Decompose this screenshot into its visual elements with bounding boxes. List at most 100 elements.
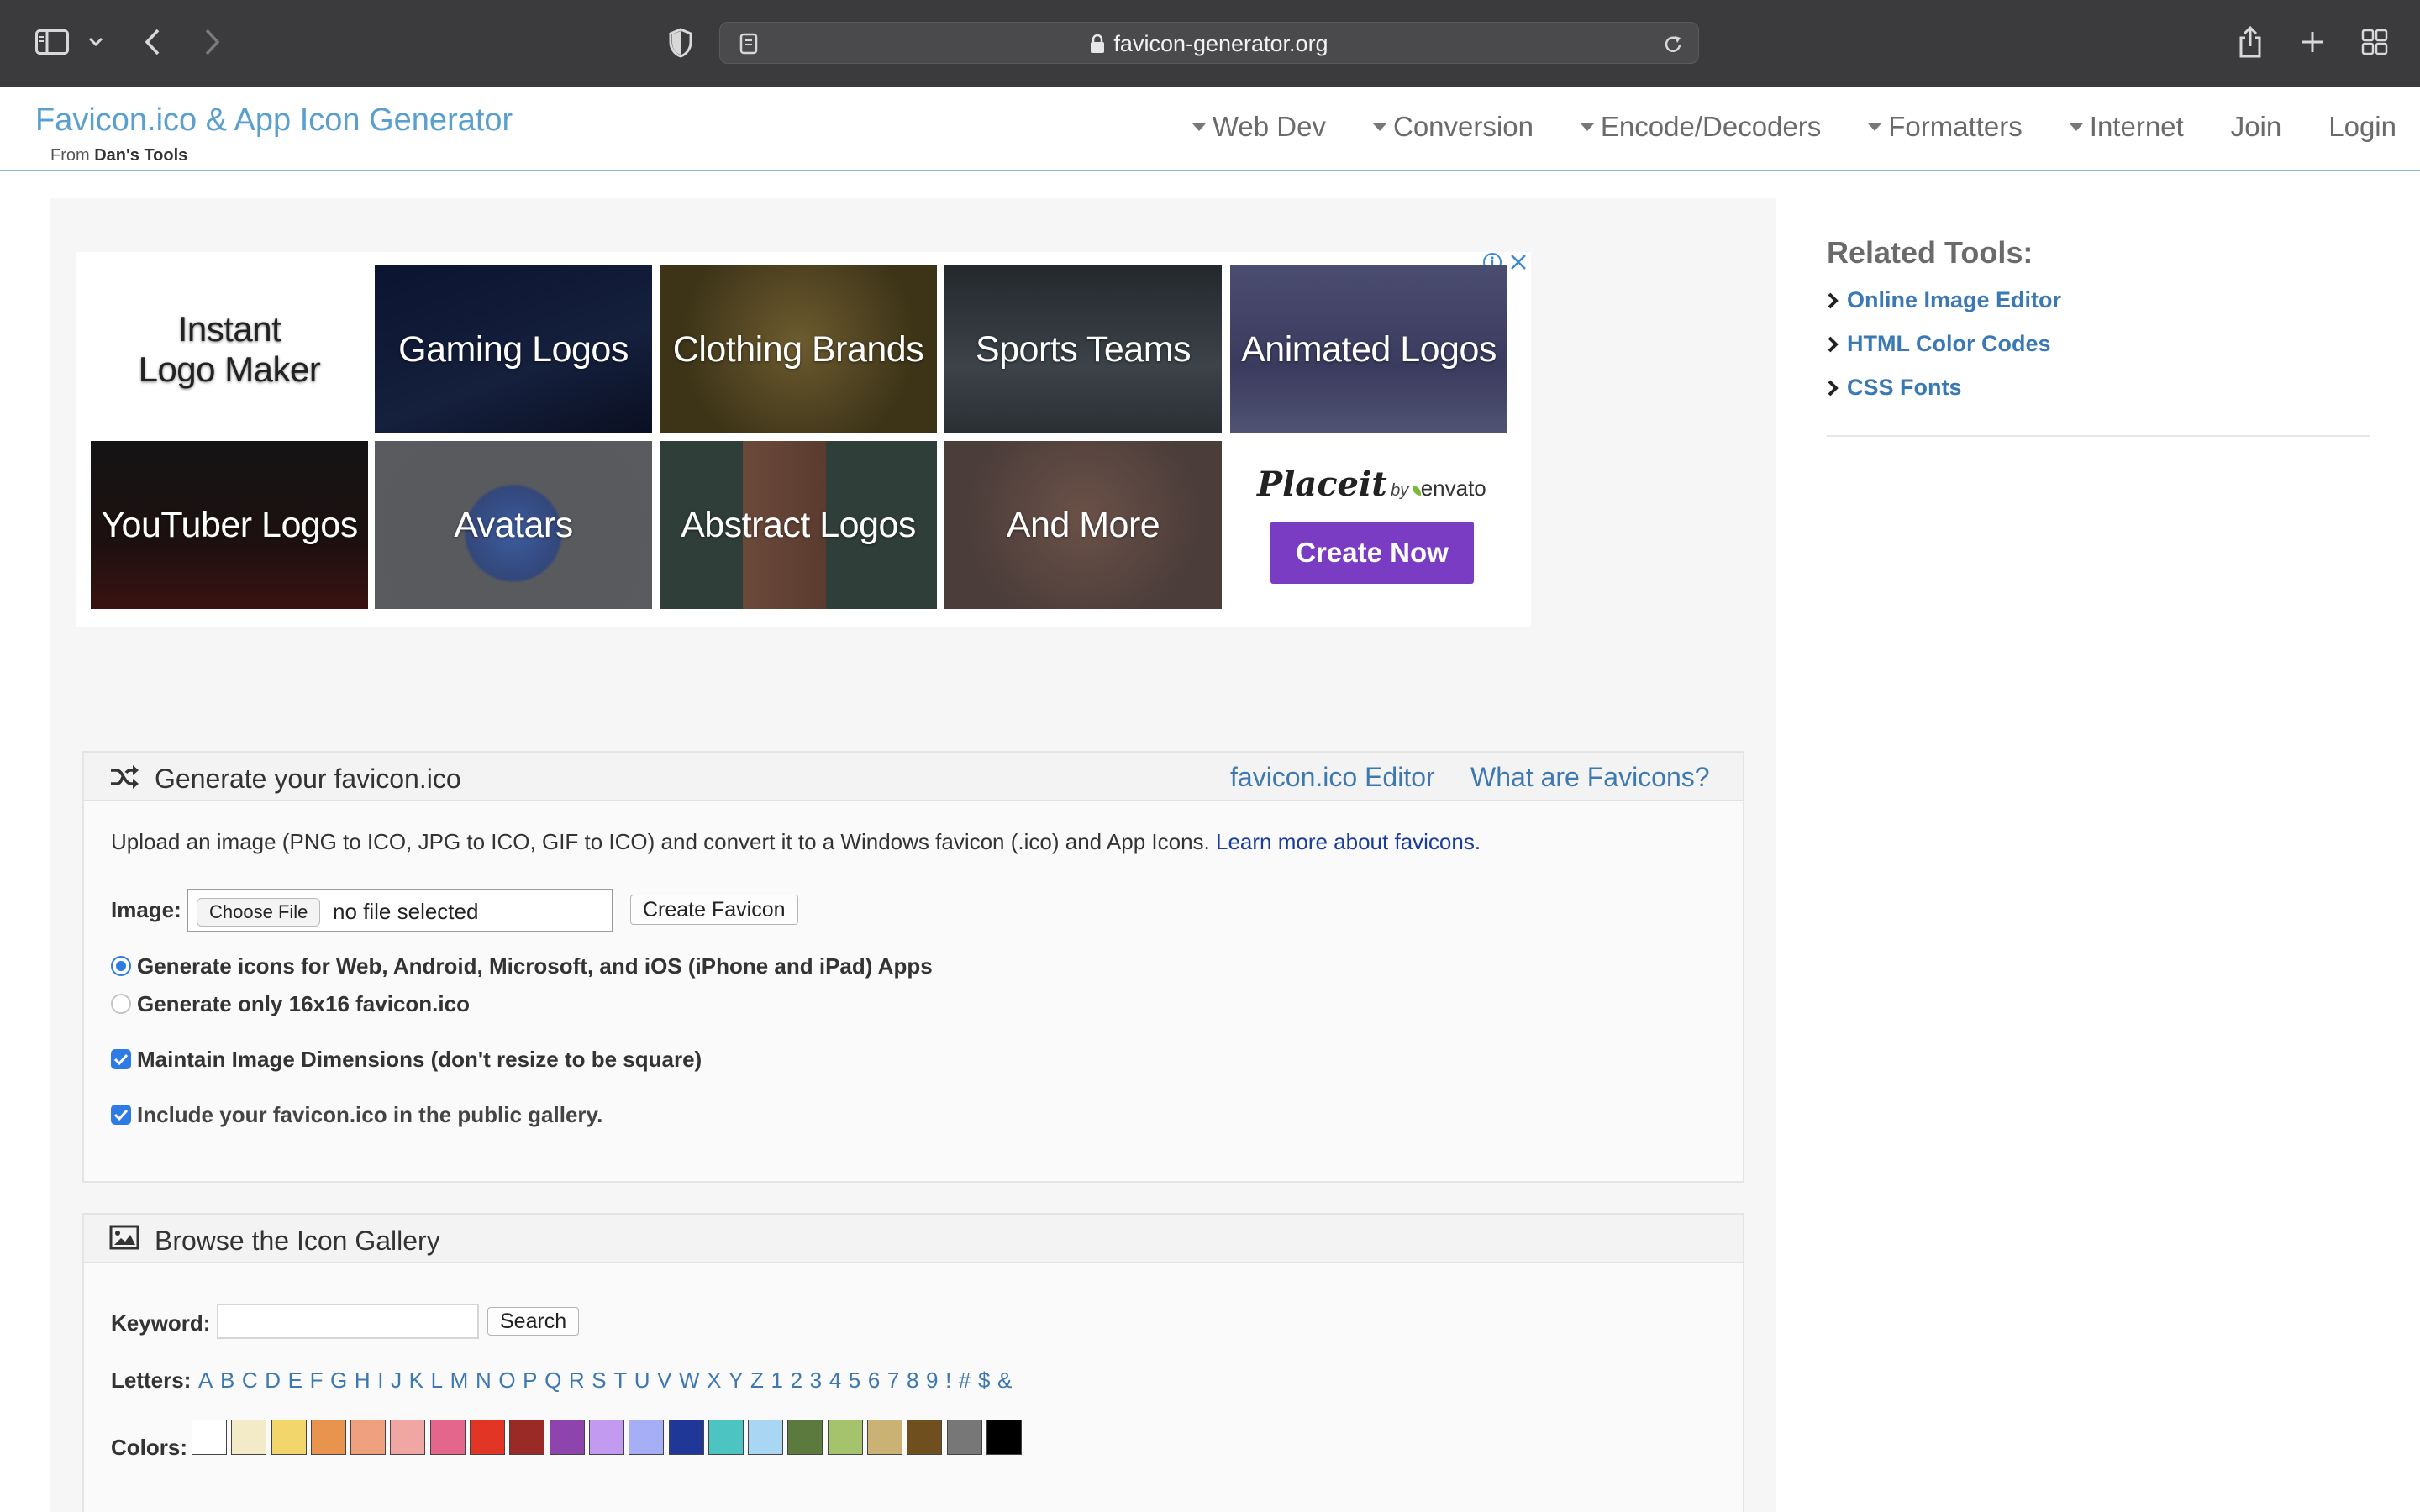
color-swatch[interactable] xyxy=(668,1420,704,1455)
nav-web-dev[interactable]: Web Dev xyxy=(1192,111,1326,143)
new-tab-icon[interactable] xyxy=(2297,27,2328,57)
color-swatch[interactable] xyxy=(310,1420,346,1455)
file-input[interactable]: Choose File no file selected xyxy=(187,889,613,932)
letter-link[interactable]: W xyxy=(679,1368,700,1394)
letter-link[interactable]: & xyxy=(997,1368,1012,1394)
color-swatch[interactable] xyxy=(509,1420,545,1455)
keyword-input[interactable] xyxy=(217,1304,479,1339)
nav-conversion[interactable]: Conversion xyxy=(1373,111,1534,143)
color-swatch[interactable] xyxy=(986,1420,1022,1455)
sidebar-toggle-icon[interactable] xyxy=(34,27,71,57)
letter-link[interactable]: A xyxy=(198,1368,213,1394)
color-swatch[interactable] xyxy=(429,1420,466,1455)
letter-link[interactable]: 9 xyxy=(926,1368,938,1394)
letter-link[interactable]: R xyxy=(569,1368,585,1394)
letter-link[interactable]: 6 xyxy=(868,1368,880,1394)
letter-link[interactable]: G xyxy=(330,1368,347,1394)
letter-link[interactable]: ! xyxy=(945,1368,951,1394)
letter-link[interactable]: $ xyxy=(978,1368,990,1394)
related-online-image-editor[interactable]: Online Image Editor xyxy=(1827,287,2061,313)
letter-link[interactable]: 7 xyxy=(887,1368,899,1394)
letter-link[interactable]: Y xyxy=(729,1368,743,1394)
forward-icon[interactable] xyxy=(200,25,225,59)
option-16x16-label[interactable]: Generate only 16x16 favicon.ico xyxy=(137,991,470,1017)
letter-link[interactable]: 8 xyxy=(907,1368,918,1394)
letter-link[interactable]: 5 xyxy=(849,1368,860,1394)
letter-link[interactable]: Q xyxy=(544,1368,561,1394)
letter-link[interactable]: L xyxy=(431,1368,443,1394)
ad-tile-youtuber-logos[interactable]: YouTuber Logos xyxy=(91,441,368,609)
join-link[interactable]: Join xyxy=(2231,111,2282,143)
reload-icon[interactable] xyxy=(1661,33,1685,56)
ad-tile-abstract-logos[interactable]: Abstract Logos xyxy=(660,441,937,609)
letter-link[interactable]: D xyxy=(265,1368,281,1394)
related-css-fonts[interactable]: CSS Fonts xyxy=(1827,375,1962,401)
maintain-dimensions-checkbox[interactable] xyxy=(111,1049,131,1069)
favicon-editor-link[interactable]: favicon.ico Editor xyxy=(1230,762,1435,793)
color-swatch[interactable] xyxy=(271,1420,307,1455)
search-button[interactable]: Search xyxy=(487,1307,580,1336)
color-swatch[interactable] xyxy=(867,1420,903,1455)
color-swatch[interactable] xyxy=(748,1420,784,1455)
privacy-shield-icon[interactable] xyxy=(666,27,696,59)
letter-link[interactable]: O xyxy=(498,1368,515,1394)
ad-tile-sports-teams[interactable]: Sports Teams xyxy=(944,265,1222,433)
ad-tile-and-more[interactable]: And More xyxy=(944,441,1222,609)
public-gallery-label[interactable]: Include your favicon.ico in the public g… xyxy=(137,1102,602,1128)
color-swatch[interactable] xyxy=(946,1420,982,1455)
choose-file-button[interactable]: Choose File xyxy=(197,898,321,927)
ad-tile-clothing-brands[interactable]: Clothing Brands xyxy=(660,265,937,433)
learn-more-link[interactable]: Learn more about favicons. xyxy=(1216,829,1481,854)
create-favicon-button[interactable]: Create Favicon xyxy=(630,895,798,925)
color-swatch[interactable] xyxy=(907,1420,943,1455)
color-swatch[interactable] xyxy=(708,1420,744,1455)
nav-internet[interactable]: Internet xyxy=(2069,111,2184,143)
letter-link[interactable]: B xyxy=(220,1368,234,1394)
letter-link[interactable]: T xyxy=(613,1368,627,1394)
login-link[interactable]: Login xyxy=(2328,111,2396,143)
letter-link[interactable]: # xyxy=(959,1368,971,1394)
letter-link[interactable]: J xyxy=(391,1368,402,1394)
what-are-favicons-link[interactable]: What are Favicons? xyxy=(1470,762,1710,793)
color-swatch[interactable] xyxy=(827,1420,863,1455)
related-html-color-codes[interactable]: HTML Color Codes xyxy=(1827,331,2051,357)
letter-link[interactable]: P xyxy=(523,1368,537,1394)
ad-tile-animated-logos[interactable]: Animated Logos xyxy=(1230,265,1507,433)
nav-encode-decoders[interactable]: Encode/Decoders xyxy=(1580,111,1821,143)
ad-create-now-button[interactable]: Create Now xyxy=(1270,522,1474,584)
letter-link[interactable]: X xyxy=(707,1368,721,1394)
color-swatch[interactable] xyxy=(390,1420,426,1455)
option-16x16-radio[interactable] xyxy=(111,994,131,1014)
option-all-platforms-label[interactable]: Generate icons for Web, Android, Microso… xyxy=(137,953,933,979)
public-gallery-checkbox[interactable] xyxy=(111,1105,131,1125)
share-icon[interactable] xyxy=(2235,24,2265,60)
color-swatch[interactable] xyxy=(470,1420,506,1455)
letter-link[interactable]: H xyxy=(355,1368,371,1394)
letter-link[interactable]: C xyxy=(242,1368,258,1394)
letter-link[interactable]: F xyxy=(310,1368,324,1394)
chevron-down-icon[interactable] xyxy=(86,32,106,52)
advertisement[interactable]: Instant Logo Maker Gaming Logos Clothing … xyxy=(76,252,1531,627)
letter-link[interactable]: Z xyxy=(750,1368,764,1394)
color-swatch[interactable] xyxy=(231,1420,267,1455)
nav-formatters[interactable]: Formatters xyxy=(1868,111,2023,143)
site-brand-link[interactable]: Favicon.ico & App Icon Generator xyxy=(35,102,513,139)
letter-link[interactable]: U xyxy=(634,1368,650,1394)
letter-link[interactable]: E xyxy=(288,1368,302,1394)
letter-link[interactable]: 1 xyxy=(771,1368,783,1394)
color-swatch[interactable] xyxy=(588,1420,624,1455)
letter-link[interactable]: K xyxy=(409,1368,424,1394)
letter-link[interactable]: I xyxy=(377,1368,383,1394)
ad-instant-logo-maker[interactable]: Instant Logo Maker xyxy=(91,265,368,433)
letter-link[interactable]: M xyxy=(450,1368,469,1394)
color-swatch[interactable] xyxy=(350,1420,387,1455)
letter-link[interactable]: V xyxy=(657,1368,671,1394)
letter-link[interactable]: 3 xyxy=(810,1368,822,1394)
ad-tile-gaming-logos[interactable]: Gaming Logos xyxy=(375,265,652,433)
color-swatch[interactable] xyxy=(549,1420,585,1455)
ad-tile-avatars[interactable]: Avatars xyxy=(375,441,652,609)
letter-link[interactable]: 4 xyxy=(829,1368,841,1394)
option-all-platforms-radio[interactable] xyxy=(111,956,131,976)
color-swatch[interactable] xyxy=(192,1420,227,1455)
address-bar[interactable]: favicon-generator.org xyxy=(719,22,1699,64)
